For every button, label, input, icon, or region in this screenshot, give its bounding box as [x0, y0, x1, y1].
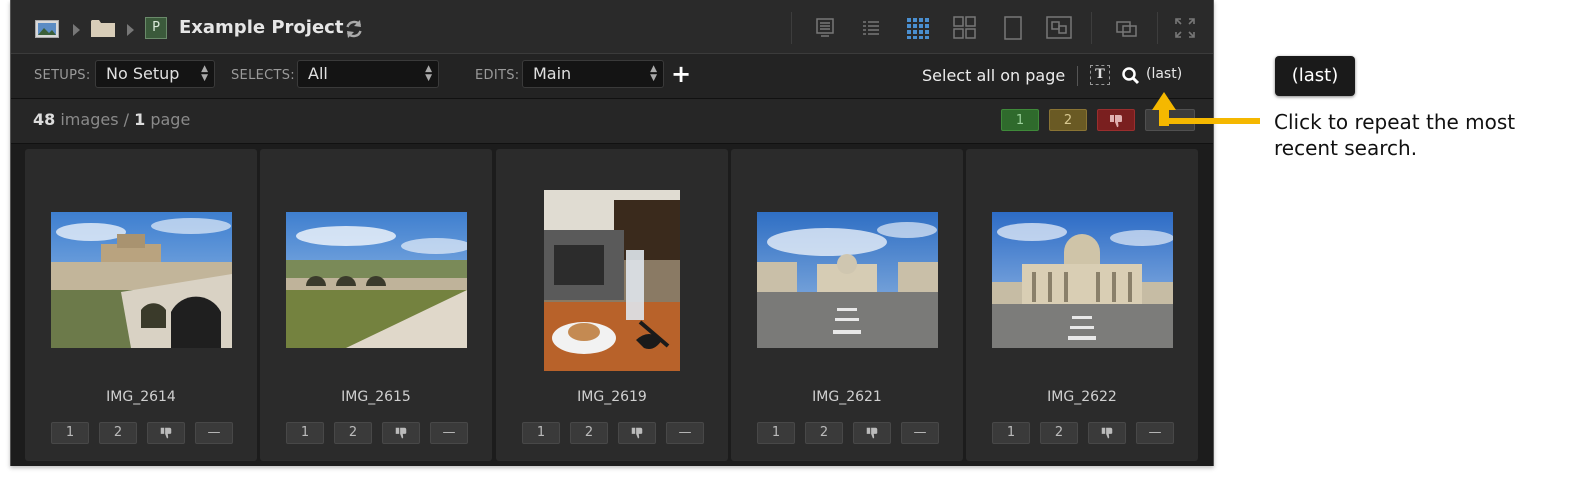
divider	[791, 12, 792, 44]
setups-value: No Setup	[106, 64, 180, 83]
thumbs-down-icon	[631, 427, 643, 439]
image-count-value: 48	[33, 110, 56, 129]
image-card[interactable]: IMG_2621 1 2 —	[731, 149, 963, 461]
reject-button[interactable]	[853, 422, 891, 444]
library-icon[interactable]	[35, 20, 59, 42]
edits-value: Main	[533, 64, 572, 83]
page-count-label: page	[150, 110, 191, 129]
select-arrows-icon: ▲ ▼	[201, 64, 208, 83]
image-card[interactable]: IMG_2619 1 2 —	[496, 149, 728, 461]
thumbs-down-icon	[395, 427, 407, 439]
rate-1-button[interactable]: 1	[522, 422, 560, 444]
reject-button[interactable]	[382, 422, 420, 444]
thumbs-down-icon	[1101, 427, 1113, 439]
image-name: IMG_2619	[577, 389, 647, 405]
compare-view-icon[interactable]	[1045, 14, 1073, 42]
small-grid-view-icon[interactable]	[904, 14, 932, 42]
breadcrumb-chevron-icon	[73, 24, 80, 36]
selects-value: All	[308, 64, 328, 83]
clear-rating-button[interactable]: —	[901, 422, 939, 444]
detail-view-icon[interactable]	[811, 14, 839, 42]
image-card[interactable]: IMG_2615 1 2 —	[260, 149, 492, 461]
image-name: IMG_2614	[106, 389, 176, 405]
filter-reject-button[interactable]	[1097, 109, 1135, 131]
clear-rating-button[interactable]: —	[1136, 422, 1174, 444]
rate-2-button[interactable]: 2	[1040, 422, 1078, 444]
image-thumbnail[interactable]	[51, 212, 232, 348]
image-thumbnail[interactable]	[757, 212, 938, 348]
select-all-on-page-button[interactable]: Select all on page	[922, 66, 1065, 85]
toolbar: SETUPS: No Setup ▲ ▼ SELECTS: All ▲ ▼ EDIT…	[11, 54, 1213, 99]
edits-label: EDITS:	[475, 68, 520, 83]
image-thumbnail[interactable]	[544, 190, 680, 371]
rate-1-button[interactable]: 1	[286, 422, 324, 444]
setups-label: SETUPS:	[34, 68, 91, 83]
divider	[1091, 12, 1092, 44]
count-bar: 48 images / 1 page 1 2	[11, 99, 1213, 144]
image-name: IMG_2622	[1047, 389, 1117, 405]
annotation-arrow-icon	[1140, 88, 1262, 134]
image-count-label: images /	[60, 110, 130, 129]
image-thumbnail[interactable]	[992, 212, 1173, 348]
select-arrows-icon: ▲ ▼	[650, 64, 657, 83]
breadcrumb-chevron-icon	[127, 24, 134, 36]
edits-select[interactable]: Main ▲ ▼	[522, 60, 664, 88]
rate-2-button[interactable]: 2	[570, 422, 608, 444]
thumbs-down-icon	[160, 427, 172, 439]
fullscreen-icon[interactable]	[1171, 14, 1199, 42]
reject-button[interactable]	[618, 422, 656, 444]
setups-select[interactable]: No Setup ▲ ▼	[95, 60, 215, 88]
top-bar: P Example Project	[11, 0, 1213, 54]
clear-rating-button[interactable]: —	[666, 422, 704, 444]
image-thumbnail[interactable]	[286, 212, 467, 348]
clear-rating-button[interactable]: —	[430, 422, 468, 444]
image-card[interactable]: IMG_2622 1 2 —	[966, 149, 1198, 461]
image-count: 48 images / 1 page	[33, 110, 190, 129]
filter-select-2-button[interactable]: 2	[1049, 109, 1087, 131]
filter-select-1-button[interactable]: 1	[1001, 109, 1039, 131]
app-window: P Example Project SETUPS: No Setup ▲ ▼ S…	[10, 0, 1214, 466]
rate-1-button[interactable]: 1	[757, 422, 795, 444]
reject-button[interactable]	[147, 422, 185, 444]
search-icon[interactable]	[1121, 66, 1141, 90]
project-badge: P	[145, 17, 167, 39]
selects-select[interactable]: All ▲ ▼	[297, 60, 439, 88]
single-view-icon[interactable]	[999, 14, 1027, 42]
rate-1-button[interactable]: 1	[51, 422, 89, 444]
refresh-icon[interactable]	[344, 19, 364, 43]
thumbs-down-icon	[866, 427, 878, 439]
rate-2-button[interactable]: 2	[334, 422, 372, 444]
reject-button[interactable]	[1088, 422, 1126, 444]
select-arrows-icon: ▲ ▼	[425, 64, 432, 83]
list-view-icon[interactable]	[857, 14, 885, 42]
image-card[interactable]: IMG_2614 1 2 —	[25, 149, 257, 461]
large-grid-view-icon[interactable]	[951, 14, 979, 42]
clear-rating-button[interactable]: —	[195, 422, 233, 444]
annotation-text: Click to repeat the most recent search.	[1274, 110, 1516, 160]
image-name: IMG_2621	[812, 389, 882, 405]
divider	[1157, 12, 1158, 44]
project-icon[interactable]: P	[145, 17, 167, 39]
rate-2-button[interactable]: 2	[99, 422, 137, 444]
last-search-button[interactable]: (last)	[1146, 66, 1182, 82]
overlay-view-icon[interactable]	[1113, 14, 1141, 42]
rate-2-button[interactable]: 2	[805, 422, 843, 444]
rate-1-button[interactable]: 1	[992, 422, 1030, 444]
annotation-bubble: (last)	[1275, 56, 1355, 96]
image-name: IMG_2615	[341, 389, 411, 405]
text-search-icon[interactable]: T	[1090, 65, 1110, 85]
folder-icon[interactable]	[91, 18, 115, 42]
thumbs-down-icon	[1110, 115, 1122, 128]
project-title: Example Project	[179, 17, 344, 38]
add-edit-button[interactable]: +	[671, 60, 691, 88]
page-count-value: 1	[134, 110, 146, 129]
divider	[1077, 66, 1078, 86]
selects-label: SELECTS:	[231, 68, 295, 83]
